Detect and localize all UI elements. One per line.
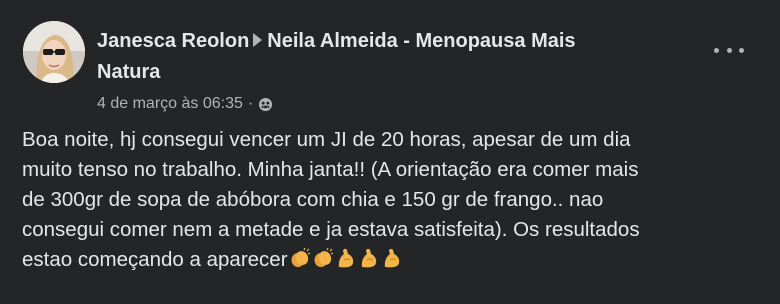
more-dot xyxy=(714,47,719,53)
post-body-line: muito tenso no trabalho. Minha janta!! (… xyxy=(22,158,639,181)
clapping-hands-icon xyxy=(314,247,333,267)
shared-to-arrow-icon xyxy=(253,33,263,47)
post-body-line: Boa noite, hj consegui vencer um JI de 2… xyxy=(22,128,631,151)
flexed-biceps-icon xyxy=(338,248,353,268)
author-name[interactable]: Janesca Reolon xyxy=(97,30,249,52)
post-body-line: estao começando a aparecer xyxy=(22,248,288,271)
group-name[interactable]: Neila Almeida - Menopausa Mais xyxy=(267,30,575,52)
avatar-image xyxy=(23,21,85,83)
post-card: Janesca Reolon Neila Almeida - Menopausa … xyxy=(0,0,780,304)
post-body: Boa noite, hj consegui vencer um JI de 2… xyxy=(22,125,762,275)
more-dot xyxy=(739,47,744,53)
more-options-icon[interactable] xyxy=(714,40,744,60)
more-dot xyxy=(726,47,732,53)
post-body-line: consegui comer nem a metade e ja estava … xyxy=(22,218,640,241)
author-avatar[interactable] xyxy=(23,21,85,83)
flexed-biceps-icon xyxy=(361,248,376,268)
post-timestamp[interactable]: 4 de março às 06:35 xyxy=(97,94,243,114)
post-body-last-line: estao começando a aparecer xyxy=(22,245,762,275)
post-meta: 4 de março às 06:35 · xyxy=(97,94,697,114)
post-header: Janesca Reolon Neila Almeida - Menopausa … xyxy=(97,26,697,114)
clapping-hands-icon xyxy=(291,247,310,267)
post-body-line: de 300gr de sopa de abóbora com chia e 1… xyxy=(22,188,604,211)
group-name-continued[interactable]: Natura xyxy=(97,61,160,83)
flexed-biceps-icon xyxy=(384,248,399,268)
post-title: Janesca Reolon Neila Almeida - Menopausa … xyxy=(97,26,697,88)
meta-separator: · xyxy=(247,95,254,112)
globe-icon[interactable] xyxy=(258,97,273,112)
